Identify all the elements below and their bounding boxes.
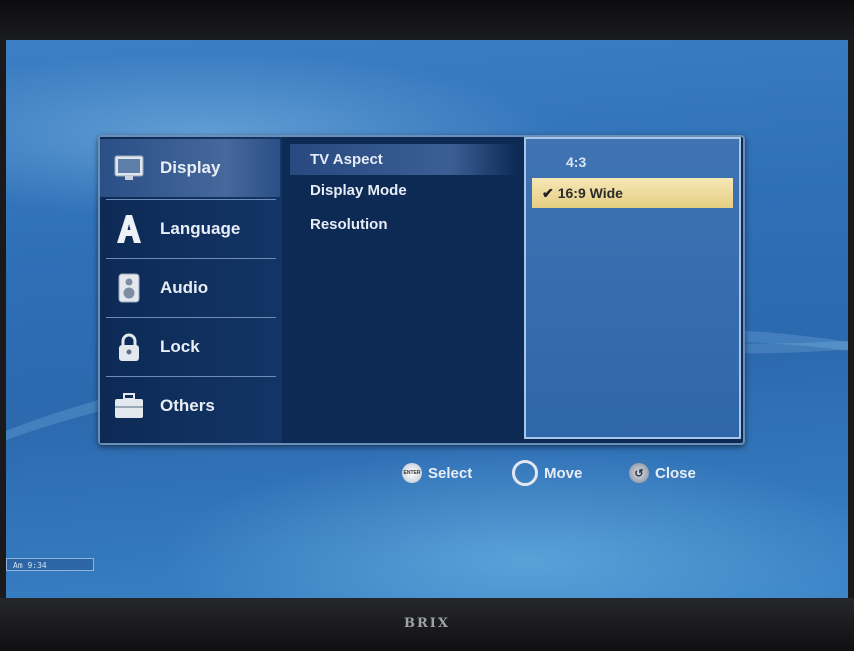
help-close-label: Close [655,464,696,482]
tv-bezel-top [0,0,854,40]
option-tv-aspect[interactable]: TV Aspect [290,144,518,175]
option-list: TV Aspect Display Mode Resolution [290,137,518,443]
category-display[interactable]: Display [100,139,280,197]
value-option-16-9-wide[interactable]: ✔ 16:9 Wide [532,178,733,208]
category-label: Audio [160,278,209,297]
help-close: ↺ Close [629,460,696,486]
category-label: Display [160,158,221,177]
enter-button-icon: ENTER [402,463,422,483]
arrow-pad-icon [512,460,538,486]
option-display-mode[interactable]: Display Mode [290,175,518,206]
category-label: Language [160,219,241,238]
checkmark-icon: ✔ [542,185,554,201]
help-move: Move [512,460,582,486]
category-others[interactable]: Others [100,377,280,435]
help-select-label: Select [428,464,473,482]
tv-screen: Display Language Audio Lock Others TV As… [6,40,848,598]
return-button-icon: ↺ [629,463,649,483]
category-label: Lock [160,337,200,356]
setup-menu-panel: Display Language Audio Lock Others TV As… [98,135,745,445]
help-select: ENTER Select [402,460,472,486]
option-resolution[interactable]: Resolution [290,209,518,240]
category-list: Display Language Audio Lock Others [100,137,282,443]
audio-speaker-icon [114,273,144,303]
lock-icon [114,332,144,362]
category-lock[interactable]: Lock [100,318,280,376]
category-audio[interactable]: Audio [100,259,280,317]
brand-logo: BRIX [404,616,450,631]
value-list: 4:3 ✔ 16:9 Wide [524,137,741,439]
language-icon [114,214,144,244]
value-label: 16:9 Wide [557,185,623,201]
display-icon [114,153,144,183]
category-language[interactable]: Language [100,200,280,258]
category-label: Others [160,396,215,415]
toolbox-icon [114,391,144,421]
clock-display: Am 9:34 [6,558,94,571]
value-option-4-3[interactable]: 4:3 [532,147,733,177]
help-move-label: Move [544,464,583,482]
